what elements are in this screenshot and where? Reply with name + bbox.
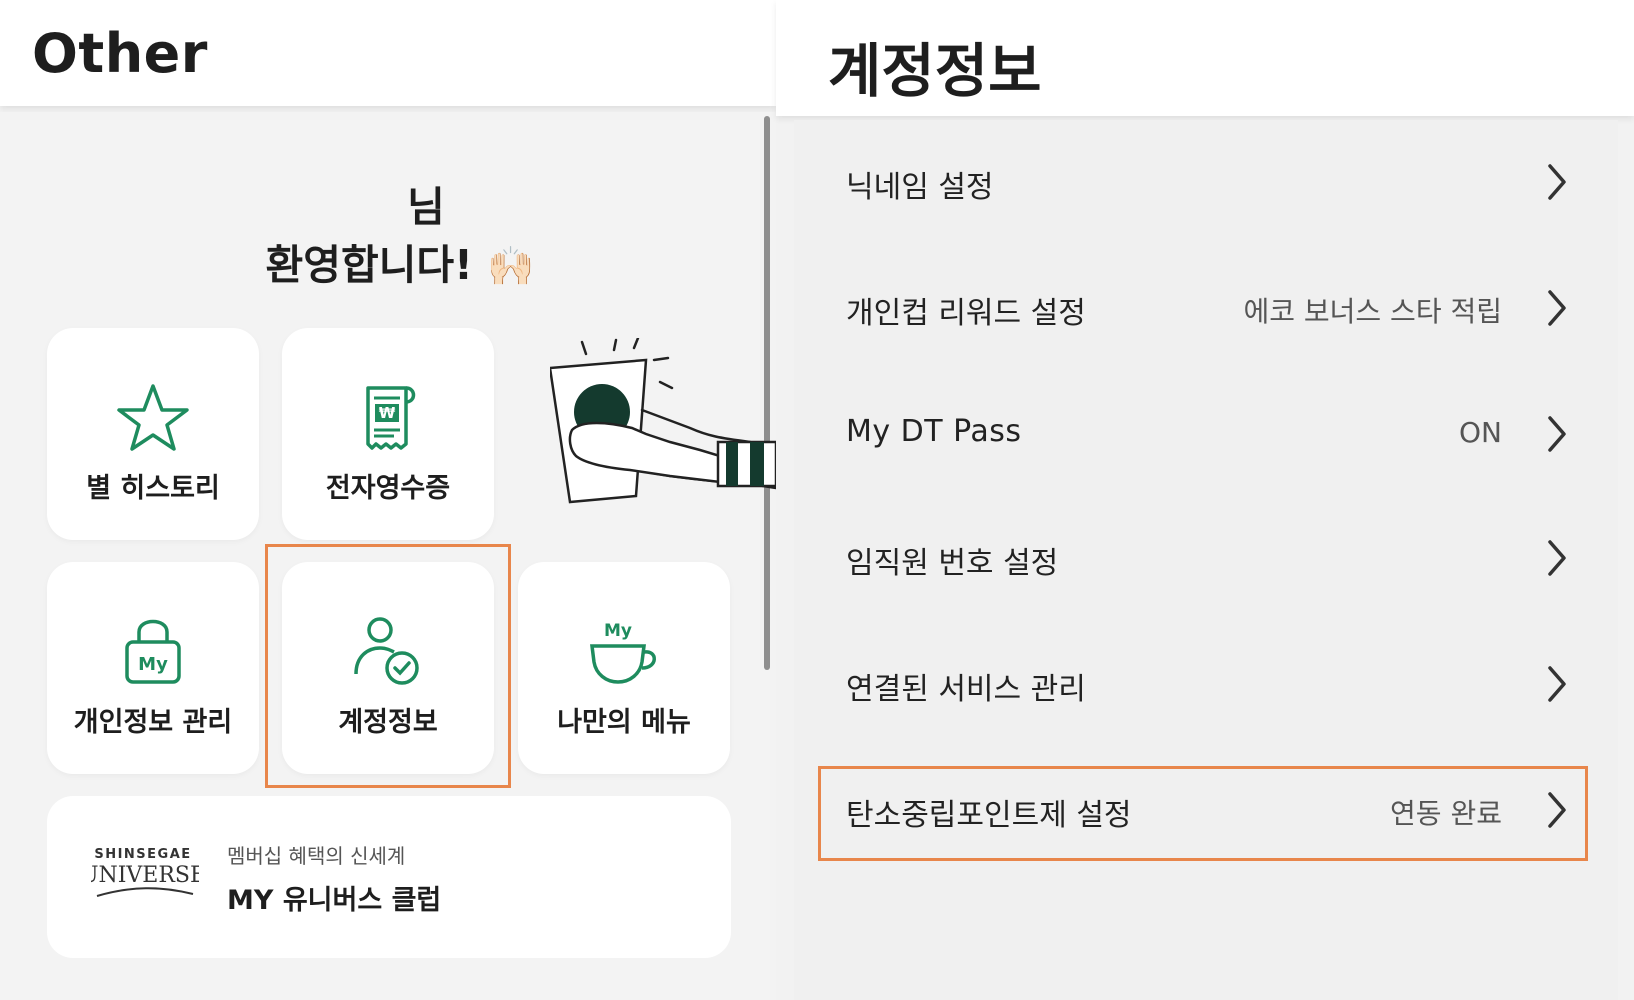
- tile-label: 개인정보 관리: [73, 707, 233, 738]
- my-cup-icon: My: [590, 621, 656, 684]
- account-info-header: 계정정보: [776, 0, 1634, 116]
- row-label: 닉네임 설정: [846, 170, 994, 205]
- receipt-icon: ₩: [366, 386, 416, 450]
- chevron-right-icon: [1548, 290, 1566, 326]
- tile-label: 별 히스토리: [86, 473, 220, 504]
- chevron-right-icon: [1548, 540, 1566, 576]
- row-my-dt-pass[interactable]: My DT Pass ON: [794, 386, 1618, 482]
- hand-cup-illustration: [550, 338, 776, 504]
- row-personal-cup-reward[interactable]: 개인컵 리워드 설정 에코 보너스 스타 적립: [794, 260, 1618, 356]
- universe-club-card[interactable]: SHINSEGAE UNIVERSE 멤버십 혜택의 신세계 MY 유니버스 클…: [47, 796, 731, 958]
- tile-label: 나만의 메뉴: [557, 707, 691, 738]
- chevron-right-icon: [1548, 416, 1566, 452]
- row-label: 연결된 서비스 관리: [846, 672, 1086, 707]
- welcome-name-suffix: 님: [407, 183, 445, 231]
- my-label: My: [138, 654, 168, 675]
- universe-title: MY 유니버스 클럽: [227, 885, 442, 916]
- shinsegae-universe-logo: SHINSEGAE UNIVERSE: [91, 847, 199, 897]
- universe-subtitle: 멤버십 혜택의 신세계: [227, 844, 406, 868]
- welcome-greeting: 환영합니다!: [265, 241, 473, 289]
- svg-text:UNIVERSE: UNIVERSE: [91, 863, 199, 888]
- svg-text:SHINSEGAE: SHINSEGAE: [94, 847, 191, 862]
- welcome-message: 님 환영합니다! 🙌🏻: [200, 178, 600, 295]
- tile-my-menu[interactable]: My 나만의 메뉴: [518, 562, 730, 774]
- chevron-right-icon: [1548, 666, 1566, 702]
- tile-label: 전자영수증: [325, 473, 451, 504]
- account-settings-list: 닉네임 설정 개인컵 리워드 설정 에코 보너스 스타 적립 My DT Pas…: [794, 120, 1618, 1000]
- lock-icon: My: [125, 619, 181, 684]
- row-employee-number[interactable]: 임직원 번호 설정: [794, 510, 1618, 606]
- row-nickname[interactable]: 닉네임 설정: [794, 134, 1618, 230]
- tile-privacy[interactable]: My 개인정보 관리: [47, 562, 259, 774]
- highlight-box-account-info: [265, 544, 511, 788]
- row-label: My DT Pass: [846, 414, 1022, 449]
- row-label: 개인컵 리워드 설정: [846, 296, 1086, 331]
- row-value: 에코 보너스 스타 적립: [1243, 295, 1502, 328]
- tile-e-receipt[interactable]: ₩ 전자영수증: [282, 328, 494, 540]
- page-title: Other: [32, 22, 208, 85]
- row-label: 임직원 번호 설정: [846, 546, 1059, 581]
- row-connected-services[interactable]: 연결된 서비스 관리: [794, 636, 1618, 732]
- star-icon: [117, 384, 189, 451]
- won-symbol: ₩: [379, 404, 396, 422]
- highlight-box-carbon-neutral: [818, 766, 1588, 861]
- chevron-right-icon: [1548, 164, 1566, 200]
- screen: Other 님 환영합니다! 🙌🏻 별 히스토리 ₩ 전자영수증 My 개인정보…: [0, 0, 1634, 1000]
- raised-hands-icon: 🙌🏻: [487, 244, 535, 288]
- my-label: My: [604, 621, 632, 641]
- other-header: Other: [0, 0, 776, 106]
- tile-star-history[interactable]: 별 히스토리: [47, 328, 259, 540]
- row-value: ON: [1459, 416, 1502, 449]
- page-title: 계정정보: [828, 37, 1042, 105]
